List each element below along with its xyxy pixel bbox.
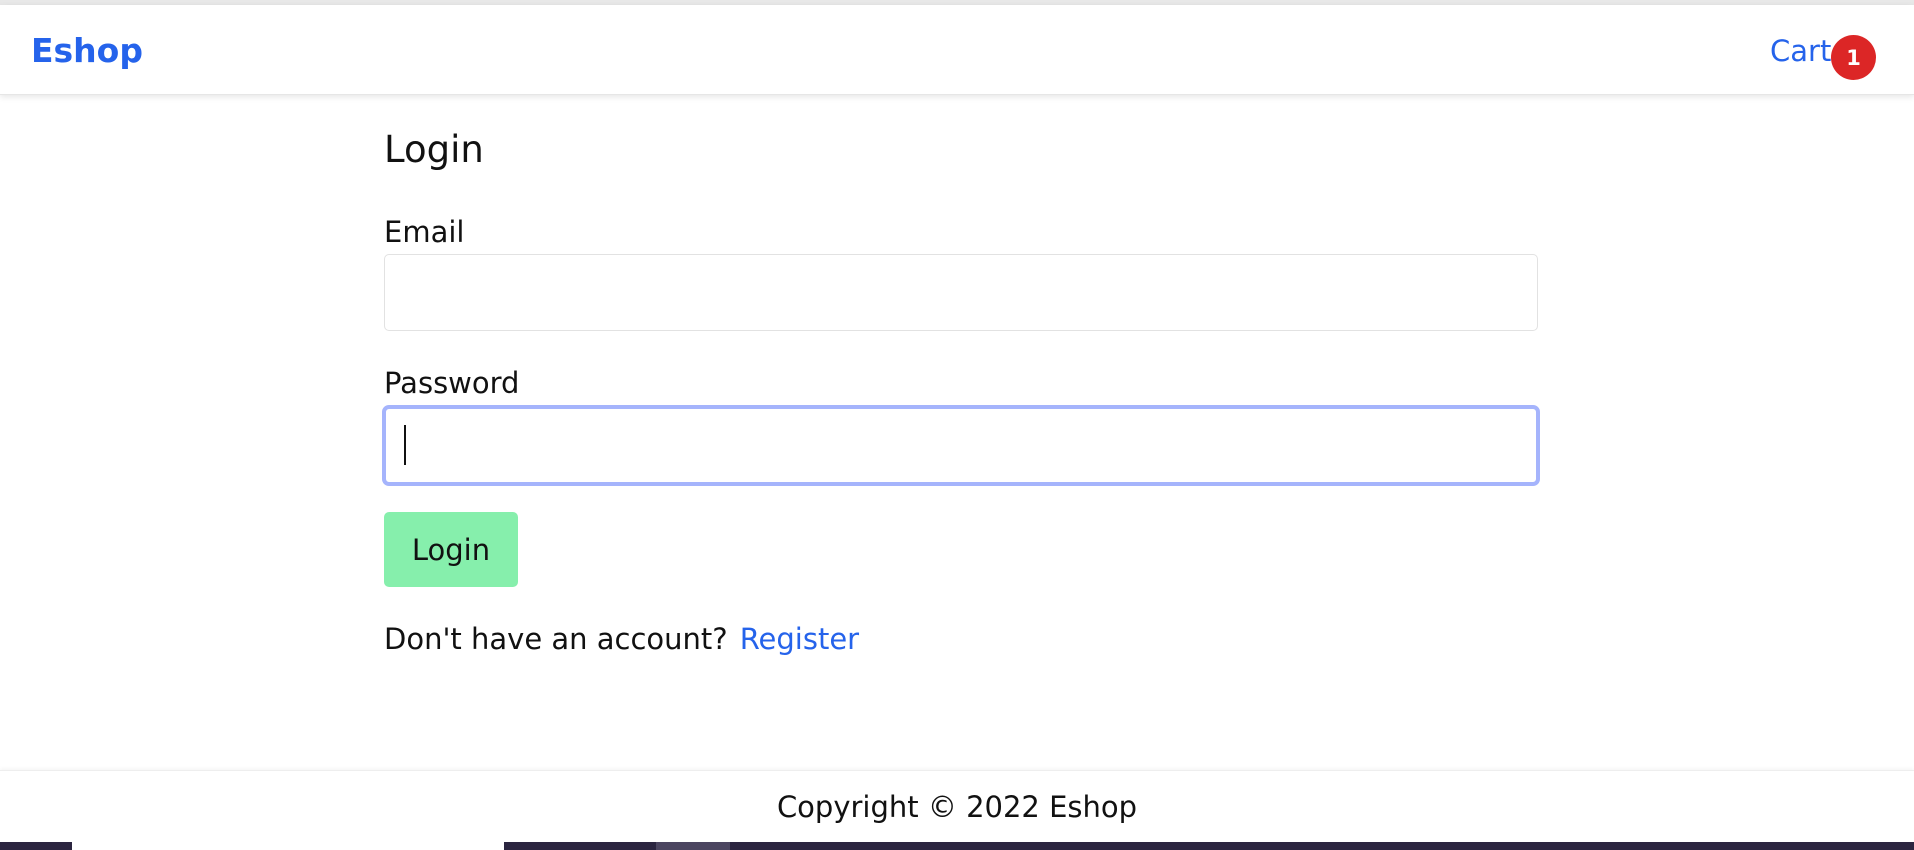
brand-logo-link[interactable]: Eshop: [31, 31, 143, 71]
password-field[interactable]: [382, 405, 1540, 486]
login-button[interactable]: Login: [384, 512, 518, 587]
email-label: Email: [384, 215, 465, 249]
copyright-text: Copyright © 2022 Eshop: [776, 789, 1138, 824]
register-prompt-text: Don't have an account?: [384, 622, 728, 656]
password-label: Password: [384, 366, 520, 400]
taskbar-item[interactable]: [656, 842, 730, 850]
register-prompt-line: Don't have an account? Register: [384, 621, 859, 657]
page-title: Login: [384, 128, 484, 171]
navbar: Eshop Cart 1: [0, 5, 1914, 95]
text-caret: [404, 425, 406, 465]
cart-count-badge[interactable]: 1: [1831, 35, 1876, 80]
register-link[interactable]: Register: [740, 622, 859, 656]
cart-link[interactable]: Cart: [1770, 32, 1831, 70]
footer: Copyright © 2022 Eshop: [0, 770, 1914, 842]
email-field[interactable]: [384, 254, 1538, 331]
page: Eshop Cart 1 Login Email Password Login …: [0, 0, 1914, 850]
taskbar-tab[interactable]: [72, 842, 504, 850]
